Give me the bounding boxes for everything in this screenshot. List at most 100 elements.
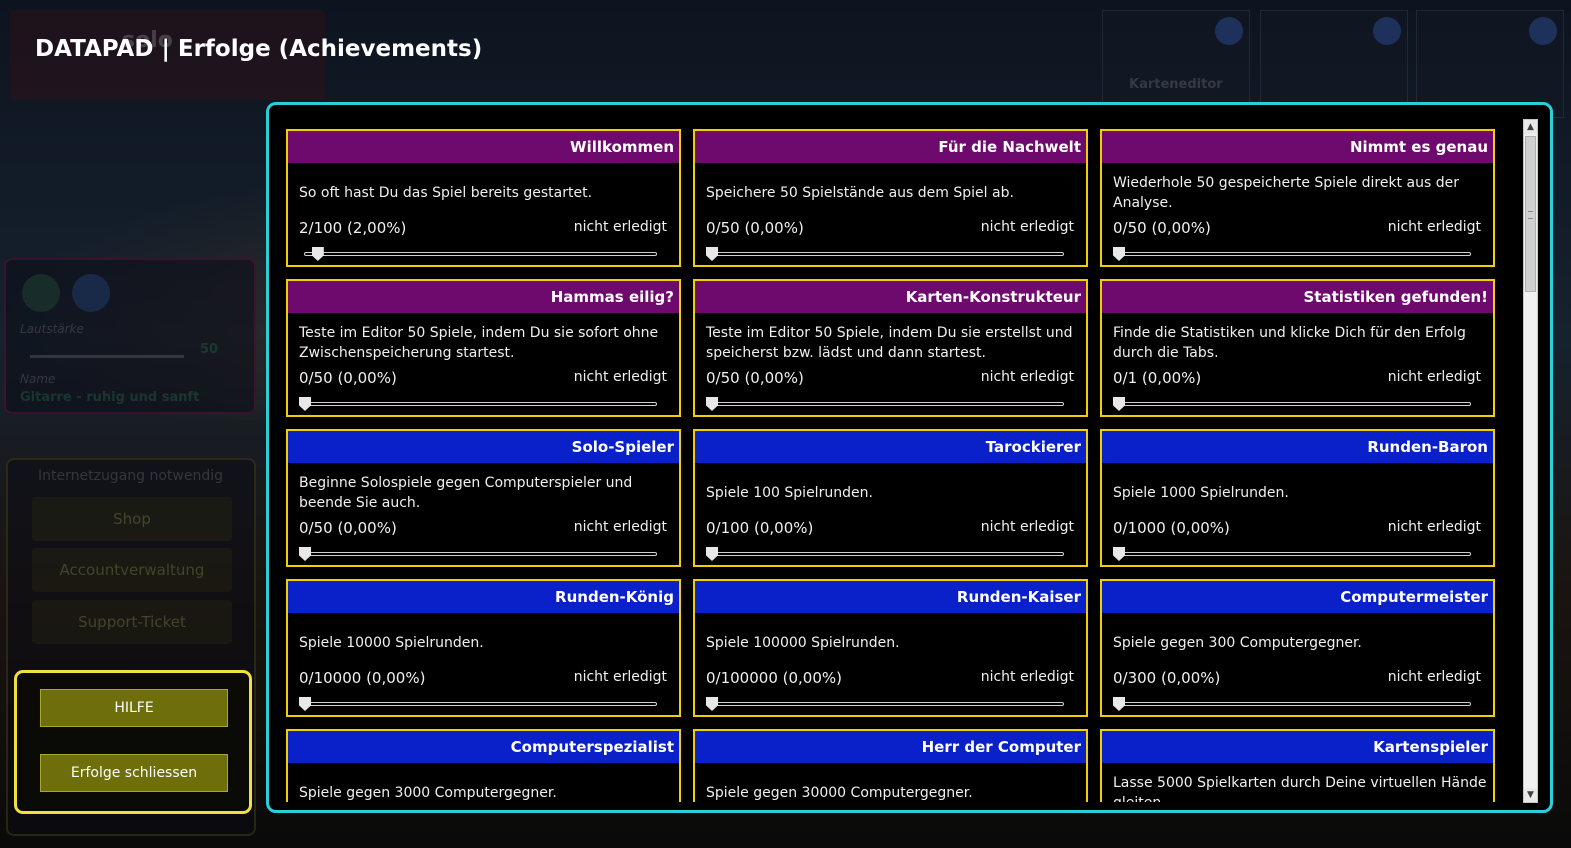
shop-button: Shop xyxy=(32,497,232,541)
achievement-title: Für die Nachwelt xyxy=(695,131,1086,163)
achievement-progress-text: 0/50 (0,00%) xyxy=(1113,219,1211,237)
arrow-up-icon[interactable]: ▲ xyxy=(1524,120,1537,134)
progress-marker-icon xyxy=(1113,397,1125,411)
next-track-icon xyxy=(72,274,110,312)
achievement-status: nicht erledigt xyxy=(573,219,667,235)
vertical-scrollbar[interactable]: ▲ ▼ xyxy=(1523,119,1538,803)
achievement-card: Tarockierer Spiele 100 Spielrunden. 0/100 … xyxy=(693,429,1088,567)
progress-marker-icon xyxy=(1113,547,1125,561)
achievement-description: Spiele 100 Spielrunden. xyxy=(706,485,873,501)
achievement-card: Runden-König Spiele 10000 Spielrunden. 0/1… xyxy=(286,579,681,717)
achievement-status: nicht erledigt xyxy=(1387,519,1481,535)
achievement-progress-text: 2/100 (2,00%) xyxy=(299,219,407,237)
achievement-progress-track xyxy=(706,547,1064,561)
achievement-title: Solo-Spieler xyxy=(288,431,679,463)
achievement-description: So oft hast Du das Spiel bereits gestart… xyxy=(299,185,593,201)
achievement-progress-track xyxy=(706,397,1064,411)
achievement-progress-track xyxy=(1113,697,1471,711)
account-button: Accountverwaltung xyxy=(32,548,232,592)
achievement-description: Spiele 10000 Spielrunden. xyxy=(299,635,484,651)
achievement-title: Herr der Computer xyxy=(695,731,1086,763)
achievement-description: Finde die Statistiken und klicke Dich fü… xyxy=(1113,325,1466,361)
achievement-status: nicht erledigt xyxy=(1387,219,1481,235)
achievement-progress-text: 0/50 (0,00%) xyxy=(299,519,397,537)
achievement-card: Runden-Kaiser Spiele 100000 Spielrunden. 0… xyxy=(693,579,1088,717)
achievement-progress-text: 0/50 (0,00%) xyxy=(706,369,804,387)
achievements-dialog: Willkommen So oft hast Du das Spiel berei… xyxy=(266,102,1553,813)
achievement-card: Computerspezialist Spiele gegen 3000 Comp… xyxy=(286,729,681,802)
achievement-description: Lasse 5000 Spielkarten durch Deine virtu… xyxy=(1113,775,1487,802)
achievement-description: Wiederhole 50 gespeicherte Spiele direkt… xyxy=(1113,175,1459,211)
achievement-title: Computerspezialist xyxy=(288,731,679,763)
achievement-progress-track xyxy=(706,697,1064,711)
achievement-progress-track xyxy=(1113,247,1471,261)
help-icon xyxy=(1215,17,1243,45)
achievement-progress-track xyxy=(299,397,657,411)
progress-marker-icon xyxy=(706,697,718,711)
achievement-description: Speichere 50 Spielstände aus dem Spiel a… xyxy=(706,185,1014,201)
volume-value: 50 xyxy=(200,342,219,357)
help-button[interactable]: HILFE xyxy=(40,689,228,727)
achievement-progress-track xyxy=(299,697,657,711)
progress-marker-icon xyxy=(299,547,311,561)
achievements-viewport[interactable]: Willkommen So oft hast Du das Spiel berei… xyxy=(286,129,1500,802)
page-title: DATAPAD | Erfolge (Achievements) xyxy=(35,36,483,62)
achievement-title: Willkommen xyxy=(288,131,679,163)
achievement-description: Teste im Editor 50 Spiele, indem Du sie … xyxy=(706,325,1073,361)
achievement-status: nicht erledigt xyxy=(980,369,1074,385)
name-value: Gitarre - ruhig und sanft xyxy=(20,390,200,405)
achievement-card: Statistiken gefunden! Finde die Statistik… xyxy=(1100,279,1495,417)
achievement-description: Spiele 100000 Spielrunden. xyxy=(706,635,900,651)
volume-label: Lautstärke xyxy=(20,322,84,336)
progress-marker-icon xyxy=(299,697,311,711)
achievement-card: Willkommen So oft hast Du das Spiel berei… xyxy=(286,129,681,267)
name-label: Name xyxy=(20,372,56,386)
achievement-card: Nimmt es genau Wiederhole 50 gespeicherte… xyxy=(1100,129,1495,267)
achievement-description: Spiele gegen 300 Computergegner. xyxy=(1113,635,1362,651)
achievement-progress-text: 0/300 (0,00%) xyxy=(1113,669,1221,687)
achievement-progress-track xyxy=(1113,547,1471,561)
achievement-title: Tarockierer xyxy=(695,431,1086,463)
achievement-progress-text: 0/1000 (0,00%) xyxy=(1113,519,1230,537)
achievement-card: Für die Nachwelt Speichere 50 Spielstände… xyxy=(693,129,1088,267)
progress-marker-icon xyxy=(706,247,718,261)
achievement-description: Spiele gegen 30000 Computergegner. xyxy=(706,785,973,801)
achievement-progress-text: 0/50 (0,00%) xyxy=(706,219,804,237)
help-icon xyxy=(1529,17,1557,45)
achievement-description: Spiele gegen 3000 Computergegner. xyxy=(299,785,557,801)
achievement-status: nicht erledigt xyxy=(1387,669,1481,685)
achievement-status: nicht erledigt xyxy=(573,519,667,535)
achievement-progress-text: 0/100 (0,00%) xyxy=(706,519,814,537)
achievement-card: Karten-Konstrukteur Teste im Editor 50 Sp… xyxy=(693,279,1088,417)
achievements-grid: Willkommen So oft hast Du das Spiel berei… xyxy=(286,129,1500,802)
achievement-progress-track xyxy=(1113,397,1471,411)
achievement-progress-track xyxy=(304,247,657,261)
achievement-status: nicht erledigt xyxy=(573,669,667,685)
achievement-progress-track xyxy=(706,247,1064,261)
arrow-down-icon[interactable]: ▼ xyxy=(1524,788,1537,802)
achievement-title: Runden-König xyxy=(288,581,679,613)
achievement-title: Karten-Konstrukteur xyxy=(695,281,1086,313)
tile-label: Karteneditor xyxy=(1129,77,1223,92)
achievement-card: Computermeister Spiele gegen 300 Computer… xyxy=(1100,579,1495,717)
achievement-title: Kartenspieler xyxy=(1102,731,1493,763)
progress-marker-icon xyxy=(299,397,311,411)
scrollbar-thumb[interactable] xyxy=(1525,136,1536,292)
progress-marker-icon xyxy=(1113,247,1125,261)
achievement-title: Hammas eilig? xyxy=(288,281,679,313)
achievement-title: Statistiken gefunden! xyxy=(1102,281,1493,313)
achievement-status: nicht erledigt xyxy=(980,669,1074,685)
achievement-title: Computermeister xyxy=(1102,581,1493,613)
achievement-description: Beginne Solospiele gegen Computerspieler… xyxy=(299,475,633,511)
achievement-card: Hammas eilig? Teste im Editor 50 Spiele, … xyxy=(286,279,681,417)
achievement-progress-text: 0/50 (0,00%) xyxy=(299,369,397,387)
action-panel: HILFE Erfolge schliessen xyxy=(14,670,252,814)
achievement-progress-text: 0/1 (0,00%) xyxy=(1113,369,1202,387)
progress-marker-icon xyxy=(706,547,718,561)
help-icon xyxy=(1373,17,1401,45)
achievement-card: Solo-Spieler Beginne Solospiele gegen Com… xyxy=(286,429,681,567)
achievement-card: Runden-Baron Spiele 1000 Spielrunden. 0/10… xyxy=(1100,429,1495,567)
close-achievements-button[interactable]: Erfolge schliessen xyxy=(40,754,228,792)
achievement-title: Nimmt es genau xyxy=(1102,131,1493,163)
achievement-description: Spiele 1000 Spielrunden. xyxy=(1113,485,1289,501)
